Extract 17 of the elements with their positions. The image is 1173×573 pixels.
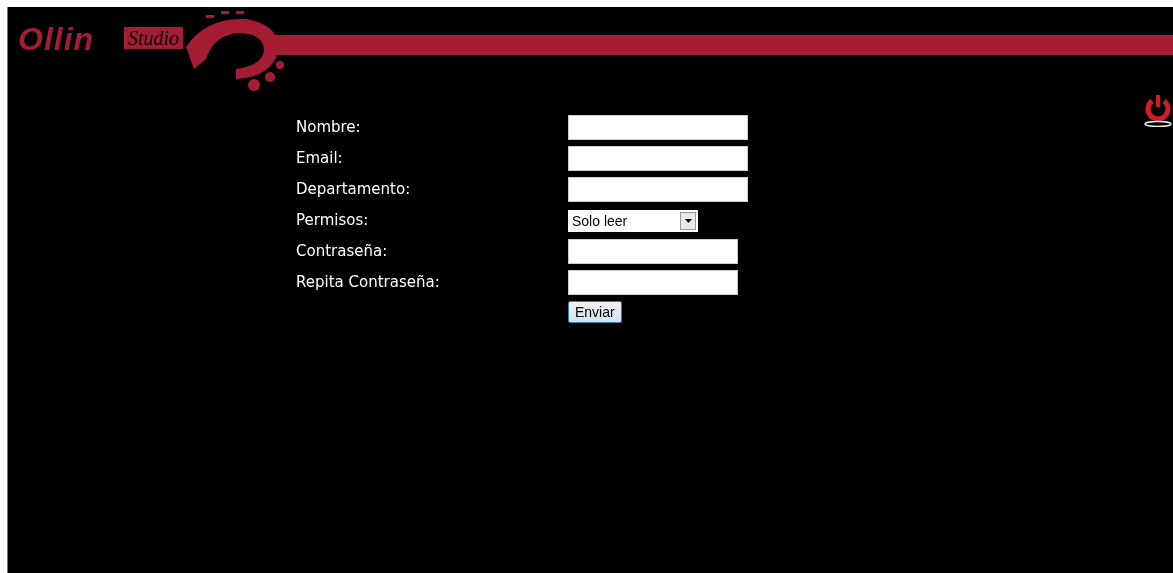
field-label: Contraseña: bbox=[296, 241, 389, 262]
field-label: Nombre: bbox=[296, 117, 362, 138]
permissions-dropdown[interactable]: Solo leer bbox=[568, 209, 698, 232]
submit-button[interactable]: Enviar bbox=[568, 301, 622, 323]
input-field[interactable] bbox=[568, 177, 748, 202]
field-label: Permisos: bbox=[296, 210, 370, 231]
password-field[interactable] bbox=[568, 239, 738, 264]
input-field[interactable] bbox=[568, 115, 748, 140]
input-field[interactable] bbox=[568, 146, 748, 171]
logo-text: Studio bbox=[124, 27, 184, 49]
password-field[interactable] bbox=[568, 270, 738, 295]
power-icon[interactable] bbox=[1143, 93, 1173, 127]
field-label: Repita Contraseña: bbox=[296, 272, 441, 293]
logo-text: Ollin bbox=[18, 21, 95, 58]
field-label: Email: bbox=[296, 148, 344, 169]
field-label: Departamento: bbox=[296, 179, 412, 200]
caret-icon bbox=[684, 218, 692, 223]
